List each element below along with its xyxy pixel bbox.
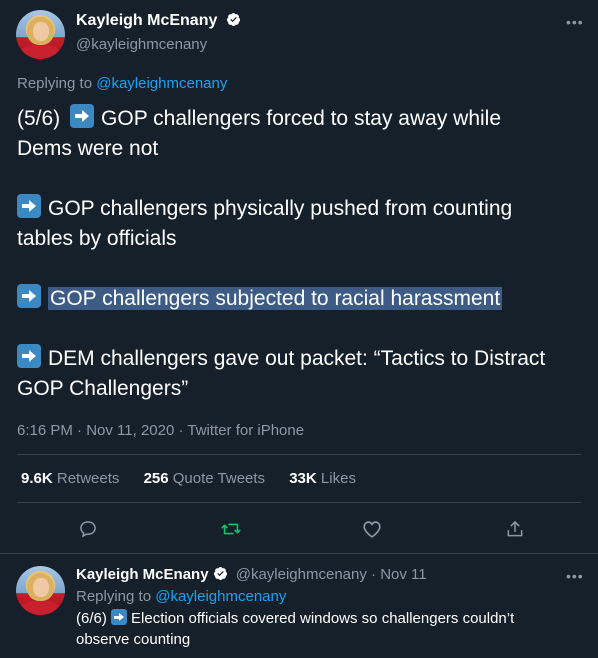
reply-icon	[80, 521, 96, 538]
reply-date[interactable]: Nov 11	[380, 566, 426, 583]
quote-tweets-stat[interactable]: 256 Quote Tweets	[144, 470, 265, 487]
tweet-text: DEM challengers gave out packet: “Tactic…	[48, 347, 546, 370]
quotes-count: 256	[143, 470, 169, 487]
more-options-icon[interactable]: •••	[566, 14, 584, 30]
tweet-text: GOP challengers physically pushed from c…	[48, 197, 513, 220]
reply-header: Kayleigh McEnany @kayleighmcenany · Nov …	[76, 566, 427, 583]
reply-text-line-2: observe counting	[76, 631, 191, 648]
reply-text: (6/6) Election officials covered windows…	[76, 608, 556, 650]
tweet-stats: 9.6K Retweets 256 Quote Tweets 33K Likes	[21, 470, 376, 487]
likes-stat[interactable]: 33K Likes	[289, 470, 356, 487]
tweet-line-6: DEM challengers gave out packet: “Tactic…	[17, 344, 545, 374]
like-button[interactable]	[357, 514, 387, 544]
tweet-line-5: GOP challengers subjected to racial hara…	[17, 284, 503, 314]
arrow-right-icon	[17, 194, 41, 218]
arrow-right-icon	[70, 104, 95, 128]
tweet-timestamp[interactable]: 6:16 PM · Nov 11, 2020 · Twitter for iPh…	[17, 422, 304, 439]
share-icon	[507, 521, 523, 537]
author-name[interactable]: Kayleigh McEnany	[76, 12, 241, 30]
tweet-line-7: GOP Challengers”	[17, 377, 189, 400]
share-button[interactable]	[500, 514, 530, 544]
tweet-line-4: tables by officials	[17, 227, 177, 250]
reply-author-avatar[interactable]	[16, 566, 65, 615]
retweets-label: Retweets	[56, 470, 120, 487]
reply-author-name[interactable]: Kayleigh McEnany	[76, 566, 209, 583]
arrow-right-icon	[17, 284, 41, 308]
arrow-right-icon	[17, 344, 41, 368]
reply-part-label: (6/6)	[76, 610, 107, 627]
reply-more-options-icon[interactable]: •••	[566, 568, 584, 584]
likes-count: 33K	[289, 470, 317, 487]
like-icon	[363, 521, 381, 538]
tweet-line-2: Dems were not	[17, 137, 159, 160]
replying-to-handle[interactable]: @kayleighmcenany	[96, 75, 227, 92]
author-handle[interactable]: @kayleighmcenany	[76, 36, 207, 53]
divider	[17, 454, 581, 455]
retweet-icon	[221, 523, 241, 535]
verified-badge-icon	[213, 566, 227, 581]
reply-button[interactable]	[73, 514, 103, 544]
arrow-right-icon	[111, 609, 128, 625]
author-avatar[interactable]	[16, 10, 65, 59]
tweet-part-label: (5/6)	[17, 107, 61, 130]
likes-label: Likes	[320, 470, 356, 487]
replying-to: Replying to @kayleighmcenany	[17, 75, 227, 92]
retweets-stat[interactable]: 9.6K Retweets	[21, 470, 119, 487]
tweet-actions	[0, 512, 598, 544]
thread-separator	[0, 553, 598, 554]
verified-badge-icon	[226, 12, 240, 27]
retweets-count: 9.6K	[21, 470, 53, 487]
reply-replying-prefix: Replying to	[76, 588, 156, 605]
retweet-button[interactable]	[216, 514, 246, 544]
reply-replying-to: Replying to @kayleighmcenany	[76, 588, 286, 605]
tweet-line-1: (5/6) GOP challengers forced to stay awa…	[17, 104, 501, 134]
author-name-text[interactable]: Kayleigh McEnany	[76, 12, 217, 29]
tweet-text: GOP challengers forced to stay away whil…	[101, 107, 502, 130]
tweet-line-3: GOP challengers physically pushed from c…	[17, 194, 512, 224]
reply-author-handle[interactable]: @kayleighmcenany	[236, 566, 367, 583]
reply-replying-handle[interactable]: @kayleighmcenany	[155, 588, 286, 605]
quotes-label: Quote Tweets	[172, 470, 266, 487]
divider	[17, 502, 581, 503]
reply-separator: ·	[366, 566, 381, 583]
replying-to-prefix: Replying to	[17, 75, 97, 92]
reply-text-line-1: Election officials covered windows so ch…	[131, 610, 515, 627]
selected-text: GOP challengers subjected to racial hara…	[48, 287, 503, 310]
